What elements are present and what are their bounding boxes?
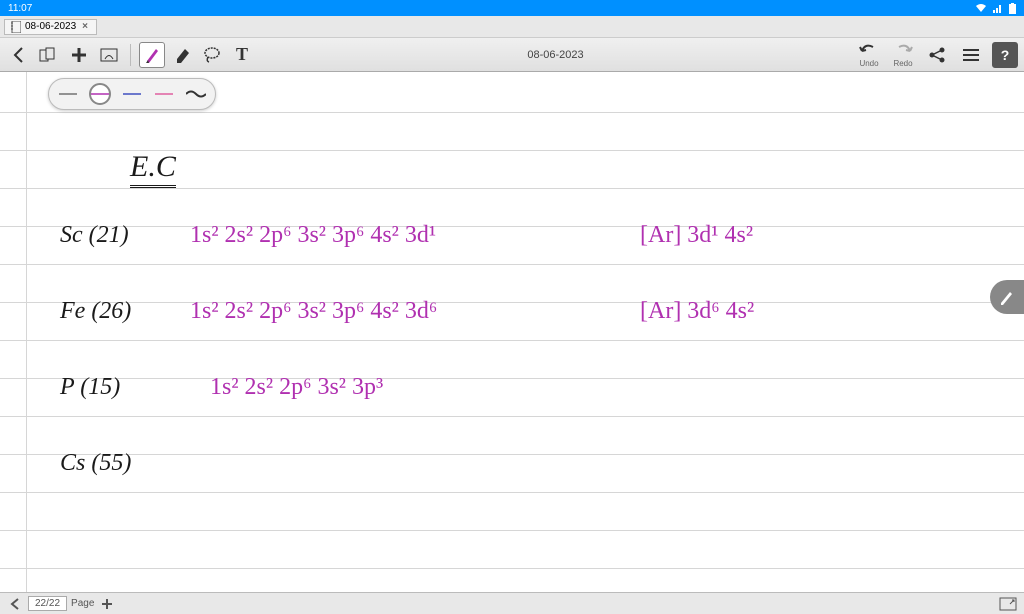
noble-gas-config: [Ar] 3d⁶ 4s² <box>640 298 754 325</box>
wifi-icon <box>975 3 987 13</box>
ruled-line <box>0 264 1024 265</box>
add-button[interactable] <box>66 42 92 68</box>
ruled-line <box>0 188 1024 189</box>
ruled-line <box>0 416 1024 417</box>
stroke-wavy-black[interactable] <box>185 83 207 105</box>
view-button[interactable] <box>96 42 122 68</box>
redo-button[interactable] <box>890 42 916 60</box>
stroke-thin-black[interactable] <box>57 83 79 105</box>
undo-button[interactable] <box>856 42 882 60</box>
element-label: Fe (26) <box>60 298 131 325</box>
undo-label: Undo <box>859 60 878 68</box>
signal-icon <box>993 3 1003 13</box>
ruled-line <box>0 340 1024 341</box>
toolbar-divider <box>130 44 131 66</box>
share-button[interactable] <box>924 42 950 68</box>
stroke-thin-purple[interactable] <box>89 83 111 105</box>
lasso-tool-button[interactable] <box>199 42 225 68</box>
android-status-bar: 11:07 <box>0 0 1024 16</box>
stroke-style-palette <box>48 78 216 110</box>
help-button[interactable]: ? <box>992 42 1018 68</box>
page-indicator[interactable]: 22/22 <box>28 596 67 611</box>
status-time: 11:07 <box>8 3 32 14</box>
tab-close-button[interactable]: × <box>80 21 90 32</box>
stroke-thin-pink[interactable] <box>153 83 175 105</box>
add-page-button[interactable] <box>98 595 116 613</box>
note-canvas[interactable]: E.C Sc (21) 1s² 2s² 2p⁶ 3s² 3p⁶ 4s² 3d¹ … <box>0 72 1024 592</box>
back-button[interactable] <box>6 42 32 68</box>
menu-button[interactable] <box>958 42 984 68</box>
stroke-thin-blue[interactable] <box>121 83 143 105</box>
redo-label: Redo <box>893 60 912 68</box>
notebooks-button[interactable] <box>36 42 62 68</box>
ruled-line <box>0 378 1024 379</box>
noble-gas-config: [Ar] 3d¹ 4s² <box>640 222 753 249</box>
document-tab-bar: 08-06-2023 × <box>0 16 1024 38</box>
electron-config: 1s² 2s² 2p⁶ 3s² 3p⁶ 4s² 3d⁶ <box>190 298 437 325</box>
eraser-tool-button[interactable] <box>169 42 195 68</box>
main-toolbar: T 08-06-2023 Undo Redo ? <box>0 38 1024 72</box>
ruled-line <box>0 454 1024 455</box>
edit-fab-button[interactable] <box>990 280 1024 314</box>
electron-config: 1s² 2s² 2p⁶ 3s² 3p³ <box>210 374 383 401</box>
ruled-line <box>0 530 1024 531</box>
document-tab[interactable]: 08-06-2023 × <box>4 19 97 35</box>
ruled-line <box>0 568 1024 569</box>
text-tool-button[interactable]: T <box>229 42 255 68</box>
notebook-icon <box>11 21 21 33</box>
bottom-page-bar: 22/22 Page <box>0 592 1024 614</box>
battery-icon <box>1009 3 1016 14</box>
electron-config: 1s² 2s² 2p⁶ 3s² 3p⁶ 4s² 3d¹ <box>190 222 436 249</box>
ruled-line <box>0 226 1024 227</box>
document-title: 08-06-2023 <box>255 49 856 61</box>
prev-page-button[interactable] <box>6 595 24 613</box>
element-label: P (15) <box>60 374 120 401</box>
pen-tool-button[interactable] <box>139 42 165 68</box>
ruled-line <box>0 302 1024 303</box>
element-label: Sc (21) <box>60 222 129 249</box>
tab-title: 08-06-2023 <box>25 21 76 32</box>
ruled-line <box>0 492 1024 493</box>
element-label: Cs (55) <box>60 450 131 477</box>
fullscreen-button[interactable] <box>998 596 1018 612</box>
ruled-line <box>0 112 1024 113</box>
page-label: Page <box>71 598 94 609</box>
heading-text: E.C <box>130 150 176 184</box>
